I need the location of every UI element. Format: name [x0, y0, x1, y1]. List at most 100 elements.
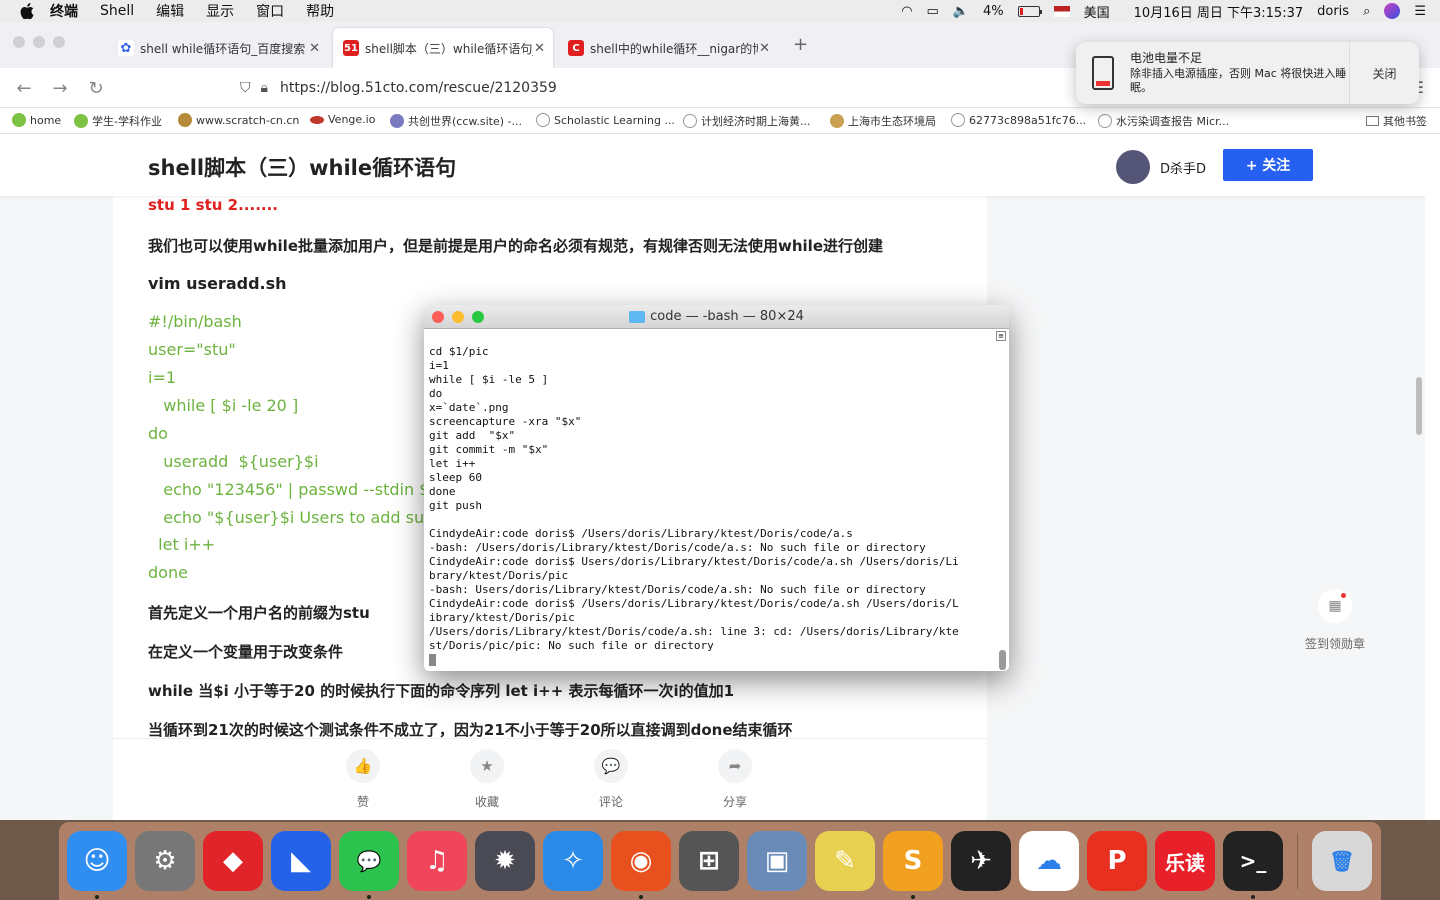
dock-terminal-icon[interactable]: >_: [1223, 831, 1283, 899]
control-center-icon[interactable]: ☰: [1414, 4, 1426, 19]
dock-ledu-icon[interactable]: 乐读: [1155, 831, 1215, 891]
code-line: done: [148, 563, 188, 582]
minimize-window-button[interactable]: [33, 36, 45, 48]
airplay-icon[interactable]: ▭: [927, 4, 939, 19]
ledu-glyph: 乐读: [1165, 850, 1205, 875]
close-window-button[interactable]: [432, 311, 444, 323]
dock-finder-icon[interactable]: ☺: [67, 831, 127, 899]
dock-xmind-icon[interactable]: ✈: [951, 831, 1011, 891]
dock-firefox-icon[interactable]: ◉: [611, 831, 671, 899]
dock-lark-icon[interactable]: ◣: [271, 831, 331, 891]
share-button[interactable]: ➦ 分享: [705, 749, 765, 810]
siri-icon[interactable]: [1384, 3, 1401, 19]
bookmark-scratch[interactable]: www.scratch-cn.cn: [178, 113, 299, 127]
follow-button[interactable]: + 关注: [1223, 149, 1313, 181]
bookmark-venge[interactable]: Venge.io: [310, 113, 375, 126]
tab-51cto[interactable]: 51 shell脚本（三）while循环语句_51 ✕: [333, 28, 553, 68]
bookmark-ccw[interactable]: 共创世界(ccw.site) -...: [390, 113, 522, 129]
bookmark-home[interactable]: home: [12, 113, 61, 127]
menu-app-name[interactable]: 终端: [50, 1, 78, 21]
wifi-icon[interactable]: ◠: [901, 4, 912, 19]
dock-music-icon[interactable]: ♫: [407, 831, 467, 891]
comment-button[interactable]: 💬 评论: [581, 749, 641, 810]
code-line: let i++: [148, 535, 216, 554]
dock-launchpad-icon[interactable]: ✹: [475, 831, 535, 891]
author-info[interactable]: D杀手D: [1116, 150, 1206, 184]
zoom-window-button[interactable]: [53, 36, 65, 48]
back-icon[interactable]: ←: [12, 76, 36, 100]
menu-view[interactable]: 显示: [206, 1, 234, 21]
like-button[interactable]: 👍 赞: [333, 749, 393, 810]
csdn-favicon-icon: C: [568, 40, 584, 56]
menu-window[interactable]: 窗口: [256, 1, 284, 21]
url-text[interactable]: https://blog.51cto.com/rescue/2120359: [280, 80, 557, 96]
dock-anydesk-icon[interactable]: ◆: [203, 831, 263, 891]
paragraph: while 当$i 小于等于20 的时候执行下面的命令序列 let i++ 表示…: [148, 682, 735, 700]
tab-csdn[interactable]: C shell中的while循环__nigar的博客 ✕: [558, 28, 778, 68]
zoom-window-button[interactable]: [472, 311, 484, 323]
close-window-button[interactable]: [13, 36, 25, 48]
bookmark-scholastic[interactable]: Scholastic Learning ...: [536, 113, 675, 127]
tab-label: shell脚本（三）while循环语句_51: [365, 41, 533, 56]
url-bar[interactable]: ⛉ 🔒︎ https://blog.51cto.com/rescue/21203…: [230, 73, 1070, 103]
dock-baidu-netdisk-icon[interactable]: ☁: [1019, 831, 1079, 891]
clock[interactable]: 10月16日 周日 下午3:15:37: [1134, 2, 1303, 21]
notification-close-button[interactable]: 关闭: [1349, 42, 1419, 104]
tab-baidu[interactable]: ✿ shell while循环语句_百度搜索 ✕: [108, 28, 328, 68]
lock-icon[interactable]: 🔒︎: [261, 80, 268, 96]
share-label: 分享: [722, 795, 747, 809]
bookmark-water-report[interactable]: 水污染调查报告 Micr...: [1098, 113, 1229, 129]
terminal-scrollbar[interactable]: [999, 650, 1006, 670]
bookmark-plan-economy[interactable]: 计划经济时期上海黄...: [683, 113, 811, 129]
dock-stickies-icon[interactable]: ✎: [815, 831, 875, 891]
page-scrollbar[interactable]: [1416, 377, 1422, 435]
user-name[interactable]: doris: [1317, 4, 1349, 19]
favorite-label: 收藏: [474, 795, 499, 809]
avatar[interactable]: [1116, 150, 1150, 184]
close-icon[interactable]: ✕: [534, 41, 545, 56]
bookmark-label: home: [30, 113, 62, 127]
favorite-button[interactable]: ★ 收藏: [457, 749, 517, 810]
dock-scratch-icon[interactable]: S: [883, 831, 943, 899]
search-icon[interactable]: ⌕: [1363, 4, 1370, 19]
menu-shell[interactable]: Shell: [100, 3, 134, 19]
menu-help[interactable]: 帮助: [306, 1, 334, 21]
dock-trash-icon[interactable]: 🗑: [1312, 831, 1372, 891]
shield-icon[interactable]: ⛉: [240, 80, 251, 96]
stickies-glyph: ✎: [834, 846, 856, 876]
forward-icon[interactable]: →: [48, 76, 72, 100]
volume-icon[interactable]: 🔈: [953, 4, 969, 19]
dock-system-preferences-icon[interactable]: ⚙: [135, 831, 195, 891]
battery-notification[interactable]: 电池电量不足 除非插入电源插座，否则 Mac 将很快进入睡眠。 关闭: [1076, 42, 1419, 104]
signin-badge-button[interactable]: ▦ 签到领勋章: [1300, 589, 1370, 652]
dock-preview-icon[interactable]: ▣: [747, 831, 807, 891]
apple-icon[interactable]: [20, 3, 34, 19]
anydesk-glyph: ◆: [223, 846, 243, 876]
terminal-titlebar[interactable]: code — -bash — 80×24: [424, 305, 1009, 329]
dock-wechat-icon[interactable]: 💬: [339, 831, 399, 899]
menu-edit[interactable]: 编辑: [156, 1, 184, 21]
dock-calculator-icon[interactable]: ⊞: [679, 831, 739, 891]
minimize-window-button[interactable]: [452, 311, 464, 323]
close-icon[interactable]: ✕: [759, 41, 770, 56]
bookmark-label: 学生-学科作业: [92, 115, 162, 128]
terminal-scroll-top-icon[interactable]: ≡: [996, 331, 1006, 341]
dock-safari-icon[interactable]: ✧: [543, 831, 603, 891]
terminal-window[interactable]: code — -bash — 80×24 ≡ cd $1/pic i=1 whi…: [424, 305, 1009, 671]
bookmark-hash[interactable]: 62773c898a51fc76...: [951, 113, 1086, 127]
bookmark-label: 上海市生态环境局: [848, 115, 936, 128]
author-name[interactable]: D杀手D: [1160, 158, 1206, 177]
bookmark-xueke[interactable]: 学生-学科作业: [74, 113, 162, 129]
terminal-output[interactable]: cd $1/pic i=1 while [ $i -le 5 ] do x=`d…: [429, 345, 959, 653]
tab-label: shell while循环语句_百度搜索: [140, 41, 306, 56]
bookmark-sthj[interactable]: 上海市生态环境局: [830, 113, 936, 129]
reload-icon[interactable]: ↻: [84, 76, 108, 100]
dock-pdf-app-icon[interactable]: P: [1087, 831, 1147, 891]
wechat-glyph: 💬: [356, 849, 382, 873]
battery-icon[interactable]: [1017, 5, 1042, 17]
close-icon[interactable]: ✕: [309, 41, 320, 56]
code-line: echo "123456" | passwd --stdin ${u: [148, 480, 450, 499]
new-tab-button[interactable]: +: [793, 34, 808, 55]
other-bookmarks[interactable]: 其他书签: [1366, 113, 1427, 129]
input-source[interactable]: 美国: [1084, 2, 1110, 21]
